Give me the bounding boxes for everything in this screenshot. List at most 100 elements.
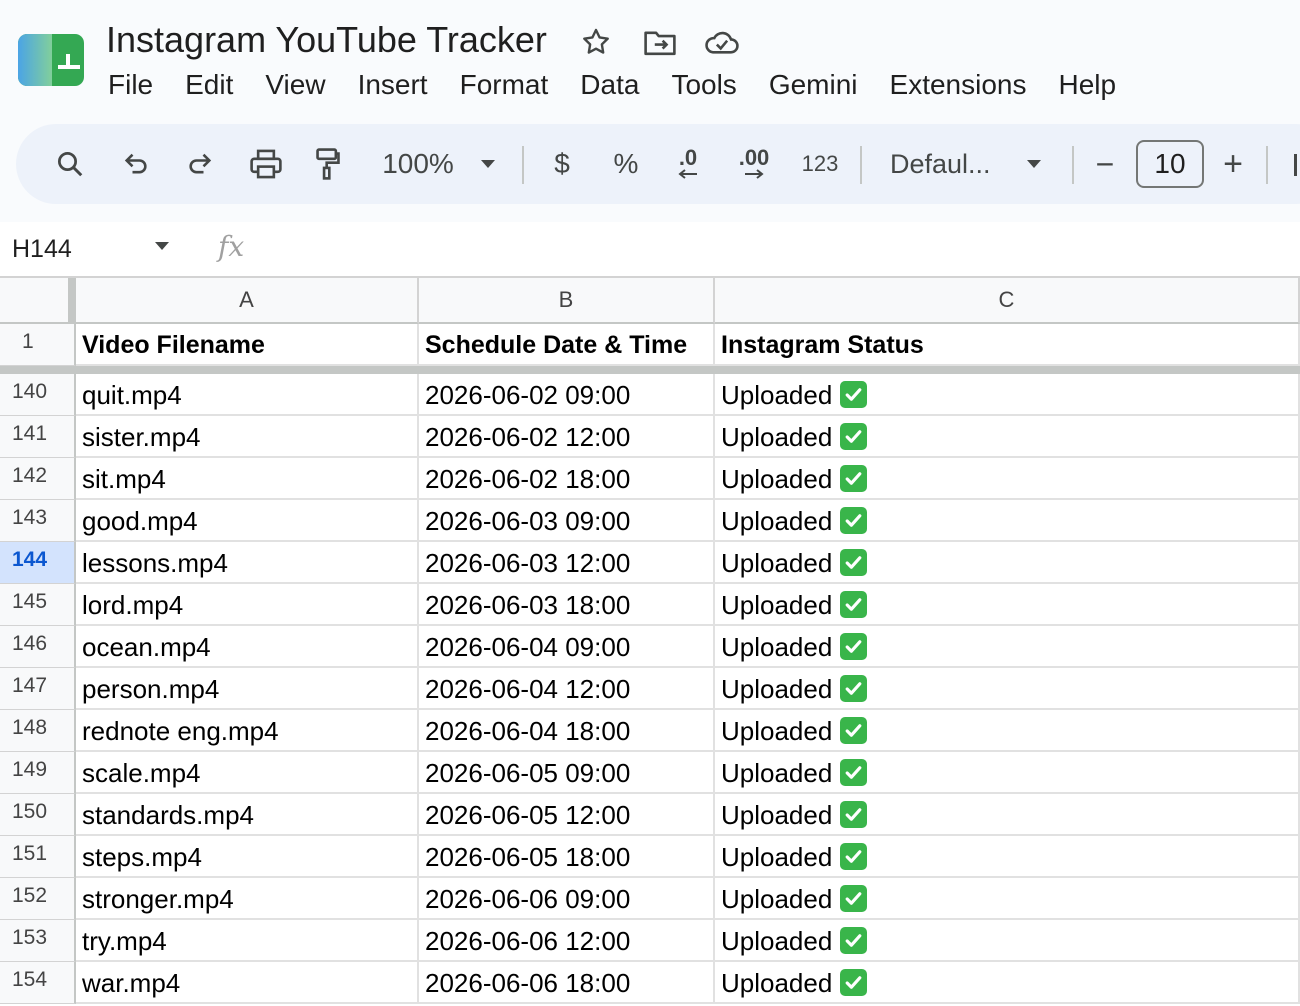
column-header-b[interactable]: B [419,276,715,324]
menu-help[interactable]: Help [1042,66,1132,104]
bold-button-partial[interactable] [1294,154,1297,176]
cell-status[interactable]: Uploaded [715,962,1300,1004]
cell-filename[interactable]: steps.mp4 [76,836,419,878]
cell-status[interactable]: Uploaded [715,374,1300,416]
number-format-button[interactable]: 123 [796,124,844,204]
cell-status[interactable]: Uploaded [715,626,1300,668]
font-dropdown-caret-icon[interactable] [1022,124,1046,204]
select-all-corner[interactable] [0,276,76,324]
cell-schedule[interactable]: 2026-06-03 09:00 [419,500,715,542]
cell-schedule[interactable]: 2026-06-02 12:00 [419,416,715,458]
cell-schedule[interactable]: 2026-06-06 18:00 [419,962,715,1004]
frozen-row-divider[interactable] [0,366,1300,374]
row-number[interactable]: 149 [0,752,76,794]
cell-schedule[interactable]: 2026-06-05 18:00 [419,836,715,878]
menu-view[interactable]: View [249,66,341,104]
cell-schedule[interactable]: 2026-06-04 18:00 [419,710,715,752]
row-number[interactable]: 1 [0,324,76,366]
redo-icon[interactable] [182,124,218,204]
cell-status[interactable]: Uploaded [715,458,1300,500]
decrease-decimal-button[interactable]: .0 [666,124,710,204]
cell-status[interactable]: Uploaded [715,542,1300,584]
row-number[interactable]: 147 [0,668,76,710]
cell-schedule[interactable]: 2026-06-02 09:00 [419,374,715,416]
currency-format-button[interactable]: $ [546,124,578,204]
column-header-a[interactable]: A [76,276,419,324]
cloud-saved-icon[interactable] [704,24,740,60]
decrease-font-size-button[interactable]: − [1090,124,1120,204]
menu-insert[interactable]: Insert [342,66,444,104]
row-number[interactable]: 152 [0,878,76,920]
header-cell-status[interactable]: Instagram Status [715,324,1300,366]
zoom-select[interactable]: 100% [376,124,460,204]
menu-file[interactable]: File [92,66,169,104]
font-size-input[interactable]: 10 [1136,140,1204,188]
cell-schedule[interactable]: 2026-06-05 09:00 [419,752,715,794]
cell-schedule[interactable]: 2026-06-04 09:00 [419,626,715,668]
row-number[interactable]: 142 [0,458,76,500]
cell-schedule[interactable]: 2026-06-04 12:00 [419,668,715,710]
cell-filename[interactable]: scale.mp4 [76,752,419,794]
cell-status[interactable]: Uploaded [715,584,1300,626]
name-box[interactable]: H144 [12,232,72,266]
cell-filename[interactable]: stronger.mp4 [76,878,419,920]
cell-status[interactable]: Uploaded [715,710,1300,752]
increase-font-size-button[interactable]: + [1218,124,1248,204]
increase-decimal-button[interactable]: .00 [730,124,778,204]
zoom-dropdown-caret-icon[interactable] [476,124,500,204]
undo-icon[interactable] [118,124,154,204]
cell-filename[interactable]: person.mp4 [76,668,419,710]
paint-format-icon[interactable] [310,124,346,204]
header-cell-schedule[interactable]: Schedule Date & Time [419,324,715,366]
row-number[interactable]: 151 [0,836,76,878]
cell-status[interactable]: Uploaded [715,752,1300,794]
cell-filename[interactable]: lord.mp4 [76,584,419,626]
row-number[interactable]: 153 [0,920,76,962]
row-number[interactable]: 146 [0,626,76,668]
font-family-select[interactable]: Defaul... [890,124,1002,204]
header-cell-filename[interactable]: Video Filename [76,324,419,366]
menu-format[interactable]: Format [444,66,565,104]
cell-filename[interactable]: try.mp4 [76,920,419,962]
column-header-c[interactable]: C [715,276,1300,324]
cell-status[interactable]: Uploaded [715,416,1300,458]
row-number[interactable]: 143 [0,500,76,542]
row-number[interactable]: 150 [0,794,76,836]
document-title[interactable]: Instagram YouTube Tracker [106,20,547,60]
menu-extensions[interactable]: Extensions [874,66,1043,104]
row-number[interactable]: 148 [0,710,76,752]
cell-schedule[interactable]: 2026-06-06 12:00 [419,920,715,962]
menu-edit[interactable]: Edit [169,66,249,104]
cell-filename[interactable]: lessons.mp4 [76,542,419,584]
cell-schedule[interactable]: 2026-06-02 18:00 [419,458,715,500]
sheets-logo-icon[interactable] [18,34,84,86]
menu-data[interactable]: Data [564,66,655,104]
menu-tools[interactable]: Tools [655,66,752,104]
row-number[interactable]: 144 [0,542,76,584]
cell-schedule[interactable]: 2026-06-05 12:00 [419,794,715,836]
cell-filename[interactable]: rednote eng.mp4 [76,710,419,752]
cell-filename[interactable]: good.mp4 [76,500,419,542]
percent-format-button[interactable]: % [610,124,642,204]
menu-gemini[interactable]: Gemini [753,66,874,104]
print-icon[interactable] [246,124,286,204]
row-number[interactable]: 145 [0,584,76,626]
cell-filename[interactable]: war.mp4 [76,962,419,1004]
cell-filename[interactable]: quit.mp4 [76,374,419,416]
cell-filename[interactable]: ocean.mp4 [76,626,419,668]
cell-filename[interactable]: sit.mp4 [76,458,419,500]
cell-schedule[interactable]: 2026-06-03 12:00 [419,542,715,584]
cell-status[interactable]: Uploaded [715,668,1300,710]
cell-filename[interactable]: sister.mp4 [76,416,419,458]
search-icon[interactable] [52,124,88,204]
cell-status[interactable]: Uploaded [715,878,1300,920]
row-number[interactable]: 141 [0,416,76,458]
cell-status[interactable]: Uploaded [715,794,1300,836]
cell-schedule[interactable]: 2026-06-06 09:00 [419,878,715,920]
cell-status[interactable]: Uploaded [715,500,1300,542]
row-number[interactable]: 140 [0,374,76,416]
cell-status[interactable]: Uploaded [715,920,1300,962]
cell-schedule[interactable]: 2026-06-03 18:00 [419,584,715,626]
star-icon[interactable] [578,24,614,60]
name-box-caret-icon[interactable] [154,238,170,256]
